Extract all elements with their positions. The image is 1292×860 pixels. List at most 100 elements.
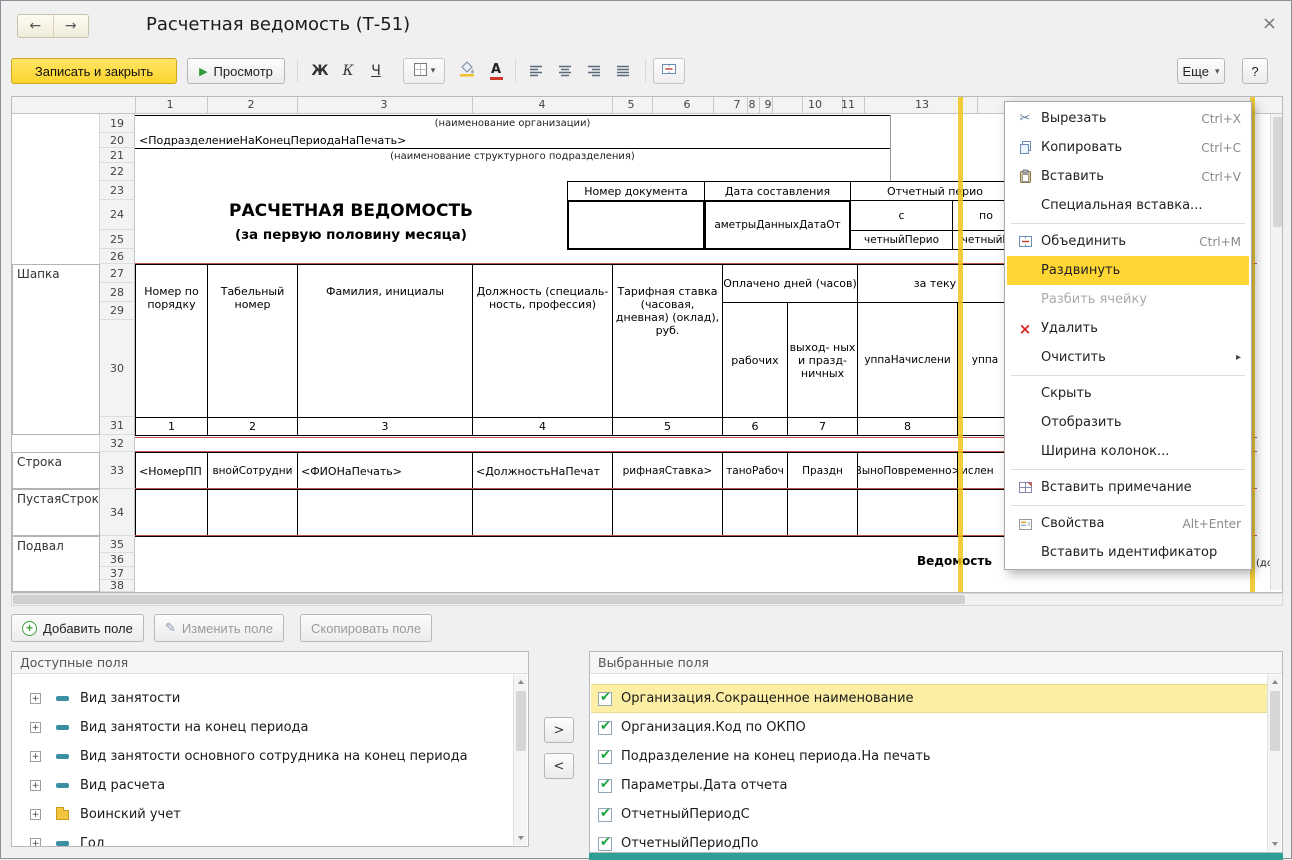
cell-head-position[interactable]: Должность (специаль- ность, профессия) [472,264,613,418]
forward-button[interactable]: → [53,15,89,37]
cell-head-name[interactable]: Фамилия, инициалы [297,264,473,418]
menu-item-cut[interactable]: ✂ Вырезать Ctrl+X [1007,104,1249,133]
close-icon[interactable]: × [1262,13,1277,34]
cell-head-paid[interactable]: Оплачено дней (часов) [722,264,858,303]
borders-button[interactable]: ▾ [403,58,445,84]
menu-item-expand[interactable]: Раздвинуть [1007,256,1249,285]
more-button[interactable]: Еще ▾ [1177,58,1225,84]
expand-icon[interactable]: + [30,838,41,847]
column-header[interactable]: 13 [912,98,932,111]
cell-colnum-7[interactable]: 7 [787,417,858,436]
row-header[interactable]: 21 [100,148,135,163]
expand-icon[interactable]: + [30,722,41,733]
available-field-row[interactable]: + Воинский учет [12,800,508,829]
available-field-row[interactable]: + Вид расчета [12,771,508,800]
row-header[interactable]: 26 [100,249,135,264]
scroll-up-arrow[interactable] [514,675,528,689]
cell-doc-date-label[interactable]: Дата составления [704,181,851,201]
row-header[interactable]: 35 [100,536,135,553]
align-left-button[interactable] [523,58,549,84]
cell-head-number[interactable]: Номер по порядку [135,264,208,418]
row-header[interactable]: 22 [100,163,135,181]
selected-field-row[interactable]: ✔ Подразделение на конец периода.На печа… [591,742,1267,771]
grid-horizontal-scrollbar[interactable] [11,593,1283,606]
menu-item-show[interactable]: Отобразить [1007,408,1249,437]
cell-head-tab-number[interactable]: Табельный номер [207,264,298,418]
section-label-empty-row[interactable]: ПустаяСтрок [12,489,100,536]
checkbox-checked[interactable]: ✔ [598,721,612,735]
add-field-button[interactable]: + Добавить поле [11,614,144,642]
cell-empty[interactable] [787,489,858,537]
checkbox-checked[interactable]: ✔ [598,692,612,706]
cell-colnum-2[interactable]: 2 [207,417,298,436]
row-header[interactable]: 23 [100,181,135,200]
cell-empty[interactable] [472,489,613,537]
menu-item-properties[interactable]: Свойства Alt+Enter [1007,509,1249,538]
grid-vertical-scrollbar[interactable] [1270,114,1283,590]
help-button[interactable]: ? [1242,58,1268,84]
row-header[interactable]: 30 [100,320,135,417]
expand-icon[interactable]: + [30,693,41,704]
menu-item-delete[interactable]: × Удалить [1007,314,1249,343]
row-header[interactable]: 32 [100,435,135,452]
menu-item-clear[interactable]: Очистить ▸ [1007,343,1249,372]
column-header[interactable]: 4 [532,98,552,111]
menu-item-merge[interactable]: Объединить Ctrl+M [1007,227,1249,256]
scroll-down-arrow[interactable] [1268,837,1282,851]
back-button[interactable]: ← [18,15,53,37]
cell-doc-number-label[interactable]: Номер документа [567,181,705,201]
menu-item-hide[interactable]: Скрыть [1007,379,1249,408]
column-header[interactable]: 5 [621,98,641,111]
selected-field-row[interactable]: ✔ Параметры.Дата отчета [591,771,1267,800]
column-header[interactable]: 3 [374,98,394,111]
bold-button[interactable]: Ж [307,58,333,84]
checkbox-checked[interactable]: ✔ [598,779,612,793]
cell-colnum-3[interactable]: 3 [297,417,473,436]
selected-field-row[interactable]: ✔ Организация.Сокращенное наименование [591,684,1267,713]
menu-item-paste[interactable]: Вставить Ctrl+V [1007,162,1249,191]
scrollbar-vertical[interactable] [1267,675,1281,851]
row-header[interactable]: 31 [100,417,135,435]
row-header[interactable]: 34 [100,489,135,536]
scroll-up-arrow[interactable] [1268,675,1282,689]
cell-empty[interactable] [297,489,473,537]
cell-row-workdays[interactable]: таноРабоч [722,452,788,490]
checkbox-checked[interactable]: ✔ [598,837,612,851]
row-header[interactable]: 25 [100,230,135,249]
column-header[interactable]: 10 [805,98,825,111]
scroll-thumb[interactable] [1273,117,1282,227]
cell-colnum-4[interactable]: 4 [472,417,613,436]
cell-row-time[interactable]: ВыноПовременно> [857,452,958,490]
row-header[interactable]: 36 [100,553,135,567]
section-label-row[interactable]: Строка [12,452,100,489]
cell-form-title[interactable]: РАСЧЕТНАЯ ВЕДОМОСТЬ [135,201,567,227]
cell-colnum-8[interactable]: 8 [857,417,958,436]
cell-row-position[interactable]: <ДолжностьНаПечат [472,452,613,490]
cell-period-from-value[interactable]: четныйПерио [850,230,953,250]
merge-cells-button[interactable] [653,58,685,84]
selected-field-row[interactable]: ✔ Организация.Код по ОКПО [591,713,1267,742]
section-label-header[interactable]: Шапка [12,264,100,435]
column-header[interactable]: 6 [677,98,697,111]
row-header[interactable]: 20 [100,133,135,148]
save-and-close-button[interactable]: Записать и закрыть [11,58,177,84]
checkbox-checked[interactable]: ✔ [598,750,612,764]
cell-colnum-6[interactable]: 6 [722,417,788,436]
row-header[interactable]: 29 [100,302,135,320]
cell-row-weekend[interactable]: Праздн [787,452,858,490]
cell-empty[interactable] [612,489,723,537]
cell-colnum-1[interactable]: 1 [135,417,208,436]
fill-color-button[interactable] [453,58,481,84]
italic-button[interactable]: К [335,58,361,84]
available-field-row[interactable]: + Вид занятости основного сотрудника на … [12,742,508,771]
cell-report-period-label[interactable]: Отчетный перио [850,181,1020,201]
menu-item-column-width[interactable]: Ширина колонок... [1007,437,1249,466]
row-header[interactable]: 28 [100,283,135,302]
available-field-row[interactable]: + Год [12,829,508,847]
checkbox-checked[interactable]: ✔ [598,808,612,822]
cell-head-group1[interactable]: уппаНачислени [857,302,958,418]
cell-head-rate[interactable]: Тарифная ставка (часовая, дневная) (окла… [612,264,723,418]
scroll-thumb[interactable] [13,595,965,604]
cell-head-current[interactable]: за теку [857,264,1013,303]
column-header[interactable]: 2 [241,98,261,111]
